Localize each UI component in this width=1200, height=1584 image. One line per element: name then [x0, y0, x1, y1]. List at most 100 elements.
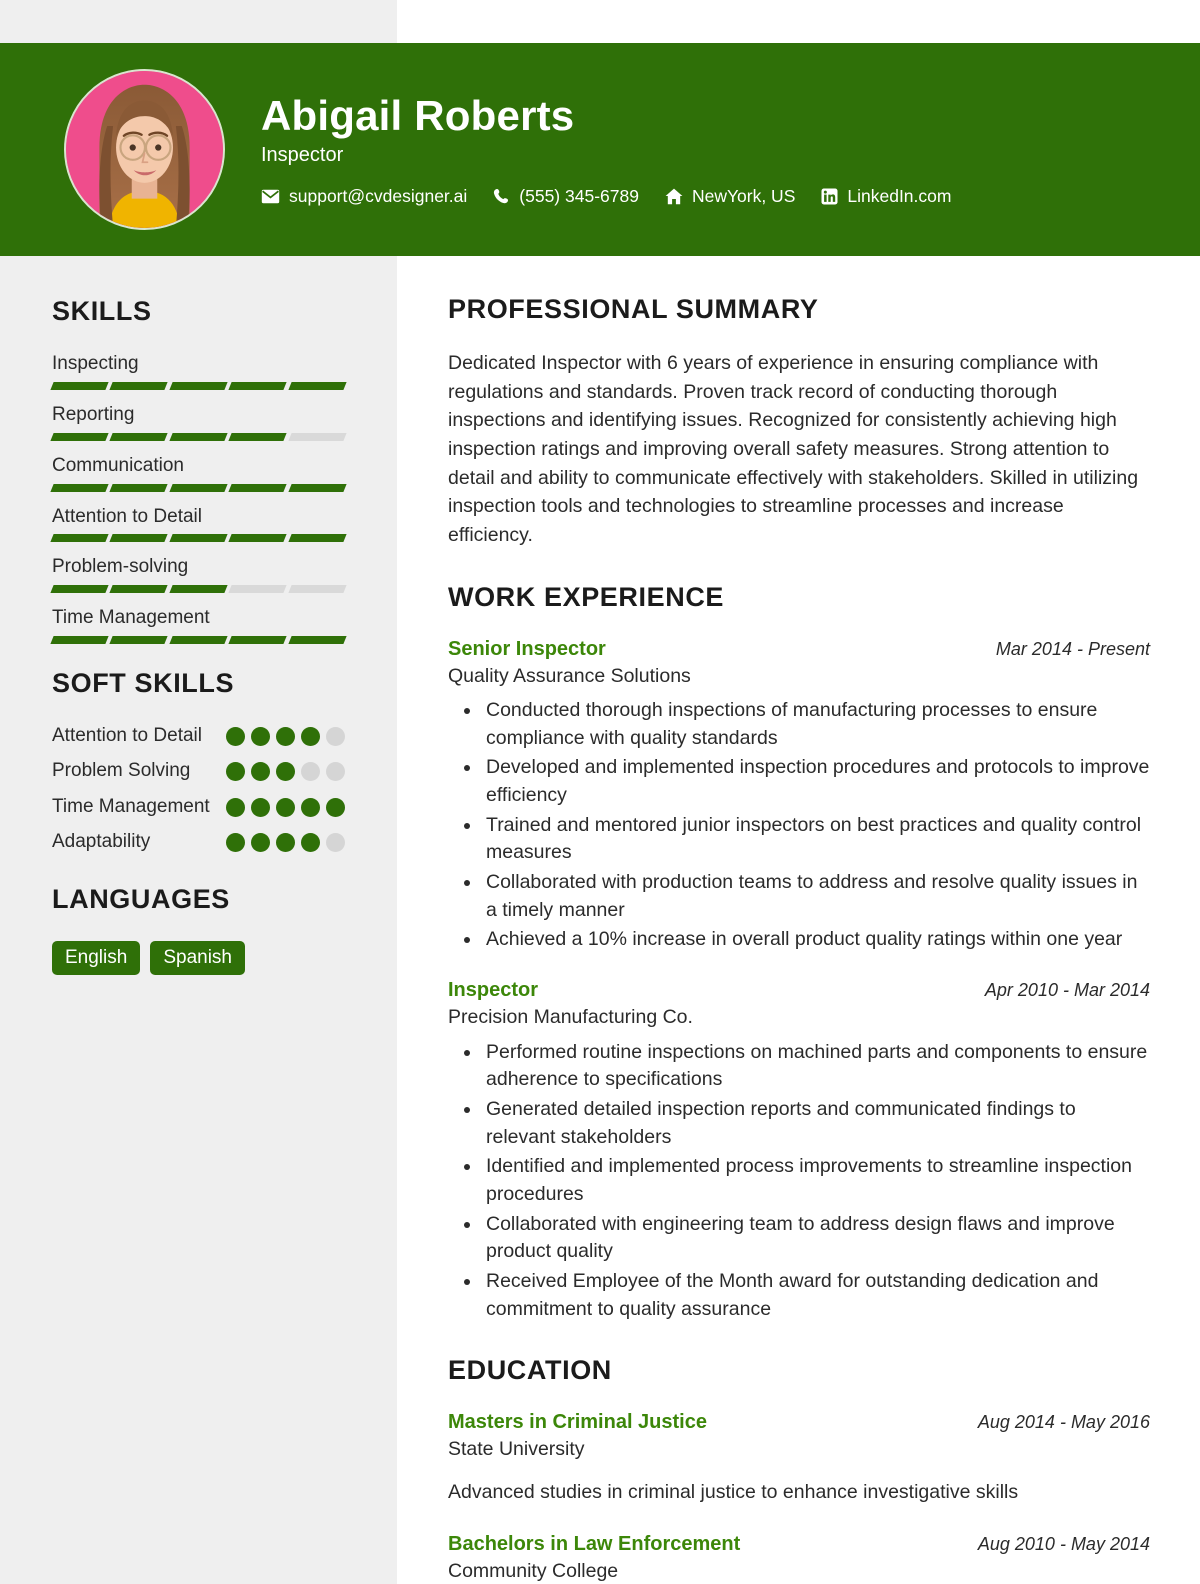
list-item: Collaborated with engineering team to ad… — [482, 1211, 1150, 1266]
soft-skill-item: Adaptability — [52, 831, 345, 853]
education-entry-header: Masters in Criminal Justice Aug 2014 - Ma… — [448, 1410, 1150, 1434]
skill-bar-segment — [50, 534, 110, 543]
education-list: Masters in Criminal Justice Aug 2014 - Ma… — [448, 1410, 1150, 1583]
skill-bar-segment — [169, 483, 228, 492]
skill-bar-segment — [169, 585, 228, 594]
contact-email[interactable]: support@cvdesigner.ai — [261, 185, 468, 206]
skill-bar-segment — [169, 636, 228, 645]
rating-dot — [301, 832, 320, 852]
languages-chip-list: English Spanish — [52, 940, 345, 975]
rating-dot — [276, 762, 295, 782]
work-entry: Inspector Apr 2010 - Mar 2014 Precision Ma… — [448, 978, 1150, 1323]
skill-bar-segment — [288, 432, 347, 441]
work-entry-bullets: Performed routine inspections on machine… — [448, 1039, 1150, 1324]
contact-phone-text: (555) 345-6789 — [519, 185, 639, 206]
education-entry-header: Bachelors in Law Enforcement Aug 2010 - M… — [448, 1532, 1150, 1556]
soft-skill-item: Time Management — [52, 796, 345, 818]
language-chip[interactable]: Spanish — [150, 940, 245, 975]
work-entry-header: Senior Inspector Mar 2014 - Present — [448, 637, 1150, 661]
rating-dot — [326, 726, 345, 746]
skill-level-bar — [50, 585, 347, 594]
skill-bar-segment — [228, 534, 288, 543]
skill-bar-segment — [109, 381, 169, 390]
skill-bar-segment — [228, 381, 288, 390]
list-item: Identified and implemented process impro… — [482, 1153, 1150, 1208]
rating-dot — [301, 797, 320, 817]
skill-bar-segment — [288, 534, 347, 543]
contact-linkedin-text: LinkedIn.com — [847, 185, 952, 206]
skill-bar-segment — [109, 585, 169, 594]
avatar — [64, 69, 225, 230]
rating-dot — [226, 797, 245, 817]
soft-skill-rating-dots — [226, 832, 345, 852]
language-chip[interactable]: English — [52, 940, 141, 975]
resume-body: SKILLS Inspecting Reporting Communication A… — [0, 256, 1200, 1584]
rating-dot — [251, 726, 270, 746]
soft-skills-heading: SOFT SKILLS — [52, 668, 235, 699]
skill-bar-segment — [109, 432, 169, 441]
professional-summary-section: PROFESSIONAL SUMMARY Dedicated Inspector… — [448, 296, 1150, 550]
skill-label: Communication — [52, 454, 184, 476]
education-entry-institution: Community College — [448, 1560, 619, 1583]
skill-bar-segment — [169, 534, 228, 543]
soft-skill-item: Problem Solving — [52, 760, 345, 782]
rating-dot — [326, 762, 345, 782]
rating-dot — [226, 762, 245, 782]
education-entry-description: Advanced studies in criminal justice to … — [448, 1480, 1019, 1503]
skill-label: Time Management — [52, 607, 210, 629]
soft-skill-label: Time Management — [52, 795, 210, 817]
soft-skills-section: SOFT SKILLS Attention to Detail Problem S… — [52, 670, 345, 854]
list-item: Trained and mentored junior inspectors o… — [482, 812, 1150, 867]
home-icon — [665, 188, 683, 205]
header-text-block: Abigail Roberts Inspector support@cvdesi… — [261, 94, 1200, 205]
skill-bar-segment — [50, 585, 110, 594]
page-title: Abigail Roberts — [261, 91, 575, 139]
rating-dot — [251, 832, 270, 852]
skill-bar-segment — [169, 432, 228, 441]
work-entry-organization: Quality Assurance Solutions — [448, 664, 691, 687]
rating-dot — [226, 832, 245, 852]
list-item: Received Employee of the Month award for… — [482, 1268, 1150, 1323]
contact-email-text: support@cvdesigner.ai — [289, 185, 468, 206]
rating-dot — [226, 726, 245, 746]
education-heading: EDUCATION — [448, 1355, 612, 1386]
skill-item: Time Management — [50, 607, 347, 645]
soft-skill-rating-dots — [226, 762, 345, 782]
rating-dot — [301, 762, 320, 782]
skill-bar-segment — [109, 483, 169, 492]
list-item: Collaborated with production teams to ad… — [482, 869, 1150, 924]
education-entry: Masters in Criminal Justice Aug 2014 - Ma… — [448, 1410, 1150, 1506]
education-entry-title: Bachelors in Law Enforcement — [448, 1533, 741, 1556]
sidebar: SKILLS Inspecting Reporting Communication A… — [0, 256, 397, 975]
skill-bar-segment — [50, 636, 110, 645]
skill-label: Inspecting — [52, 353, 139, 374]
skills-section: SKILLS Inspecting Reporting Communication A… — [50, 298, 347, 645]
skill-level-bar — [50, 381, 347, 390]
resume-header: Abigail Roberts Inspector support@cvdesi… — [0, 43, 1200, 256]
work-entry-bullets: Conducted thorough inspections of manufa… — [448, 697, 1150, 954]
skill-bar-segment — [228, 483, 288, 492]
contact-location[interactable]: NewYork, US — [665, 187, 795, 206]
rating-dot — [301, 726, 320, 746]
list-item: Conducted thorough inspections of manufa… — [482, 697, 1150, 752]
languages-heading: LANGUAGES — [52, 883, 230, 914]
work-entry-title: Inspector — [448, 979, 539, 1002]
soft-skill-item: Attention to Detail — [52, 725, 345, 747]
contact-linkedin[interactable]: LinkedIn.com — [821, 185, 952, 206]
education-section: EDUCATION Masters in Criminal Justice Aug… — [448, 1357, 1150, 1583]
contact-phone[interactable]: (555) 345-6789 — [493, 185, 639, 206]
skill-label: Attention to Detail — [52, 505, 202, 527]
skill-item: Inspecting — [50, 353, 347, 390]
work-entry-date: Mar 2014 - Present — [995, 638, 1150, 659]
rating-dot — [251, 797, 270, 817]
rating-dot — [326, 832, 345, 852]
skill-bar-segment — [228, 636, 288, 645]
skill-bar-segment — [50, 483, 110, 492]
work-experience-list: Senior Inspector Mar 2014 - Present Qualit… — [448, 637, 1150, 1324]
soft-skill-rating-dots — [226, 797, 345, 817]
work-entry-date: Apr 2010 - Mar 2014 — [984, 980, 1150, 1001]
skill-label: Reporting — [52, 403, 135, 425]
work-entry-organization: Precision Manufacturing Co. — [448, 1006, 693, 1029]
main-column: PROFESSIONAL SUMMARY Dedicated Inspector… — [397, 256, 1200, 1584]
list-item: Developed and implemented inspection pro… — [482, 754, 1150, 809]
